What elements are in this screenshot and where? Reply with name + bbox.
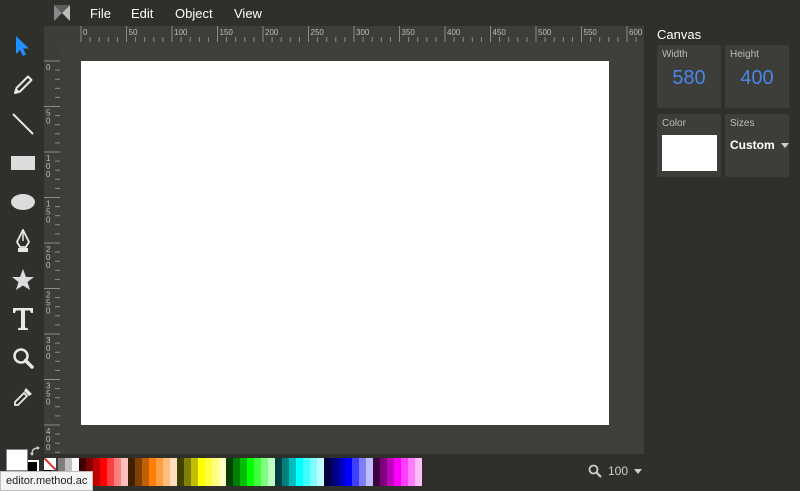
sizes-dropdown[interactable]: Custom [730,138,789,152]
fill-color-swatch[interactable] [6,449,28,471]
ellipse-icon [11,194,35,210]
ellipse-tool-button[interactable] [8,187,38,217]
magnifier-icon [13,348,34,369]
ruler-label: 50 [129,28,138,37]
ruler-label: 0 [83,28,88,37]
text-tool-button[interactable] [8,304,38,334]
pencil-tool-button[interactable] [8,70,38,100]
menu-object[interactable]: Object [175,6,213,21]
menu-bar: File Edit Object View [0,0,800,26]
ruler-label: 300 [356,28,370,37]
zoom-magnifier-icon [588,464,602,478]
ruler-label: 400 [447,28,461,37]
canvas-color-field[interactable]: Color [657,114,721,177]
zoom-level: 100 [608,464,629,478]
workspace[interactable] [60,42,644,454]
sizes-label: Sizes [730,118,755,129]
menu-file[interactable]: File [90,6,111,21]
swap-colors-icon[interactable] [30,445,42,457]
color-palette[interactable] [44,458,422,486]
method-logo-icon [54,5,70,21]
ruler-label: 350 [402,28,416,37]
pen-nib-icon [15,229,31,252]
sizes-value: Custom [730,138,775,152]
ruler-label: 0 [46,63,51,72]
no-color-swatch[interactable] [44,458,56,470]
star-icon [12,269,34,290]
canvas-sizes-field[interactable]: Sizes Custom [725,114,789,177]
menu-view[interactable]: View [234,6,262,21]
ruler-label: 0 [46,170,51,179]
ruler-label: 150 [220,28,234,37]
line-icon [12,113,34,135]
eyedropper-icon [14,388,32,406]
zoom-tool-button[interactable] [8,343,38,373]
drawing-canvas[interactable] [81,61,609,425]
ruler-label: 200 [265,28,279,37]
ruler-label: 0 [46,261,51,270]
star-tool-button[interactable] [8,265,38,295]
canvas-color-swatch[interactable] [662,135,717,171]
pen-tool-button[interactable] [8,226,38,256]
color-label: Color [662,118,686,129]
horizontal-ruler: 0 50 100 150 200 250 300 350 400 450 500 550 600 [59,26,644,42]
zoom-dropdown-caret-icon[interactable] [634,468,643,474]
zoom-control[interactable]: 100 [588,463,643,479]
eyedropper-tool-button[interactable] [8,382,38,412]
ruler-label: 0 [46,398,51,407]
height-value[interactable]: 400 [725,67,789,90]
ruler-label: 0 [46,443,51,452]
arrow-pointer-icon [16,36,29,56]
ruler-corner [44,26,59,42]
text-t-icon [13,308,33,330]
ruler-label: 450 [493,28,507,37]
ruler-label: 0 [46,307,51,316]
vertical-ruler: 050100150200250300350400 [44,42,60,454]
ruler-label: 500 [538,28,552,37]
height-label: Height [730,49,759,60]
ruler-label: 100 [174,28,188,37]
ruler-label: 550 [584,28,598,37]
ruler-label: 600 [629,28,643,37]
ruler-label: 0 [46,117,51,126]
ruler-label: 0 [46,216,51,225]
width-value[interactable]: 580 [657,67,721,90]
width-label: Width [662,49,688,60]
pencil-icon [14,75,33,94]
url-tooltip: editor.method.ac [0,471,94,491]
line-tool-button[interactable] [8,109,38,139]
rectangle-icon [11,156,35,170]
ruler-label: 0 [46,352,51,361]
panel-title: Canvas [657,27,702,42]
app-window: File Edit Object View 0 50 100 150 200 2… [0,0,800,491]
width-field[interactable]: Width 580 [657,45,721,108]
rectangle-tool-button[interactable] [8,148,38,178]
menu-edit[interactable]: Edit [131,6,153,21]
height-field[interactable]: Height 400 [725,45,789,108]
sizes-caret-icon [780,142,789,148]
palette-swatch[interactable] [415,458,422,486]
ruler-label: 250 [311,28,325,37]
tool-palette [0,26,46,482]
canvas-properties-panel: Canvas Width 580 Height 400 Color Sizes … [648,26,800,491]
select-tool-button[interactable] [8,31,38,61]
